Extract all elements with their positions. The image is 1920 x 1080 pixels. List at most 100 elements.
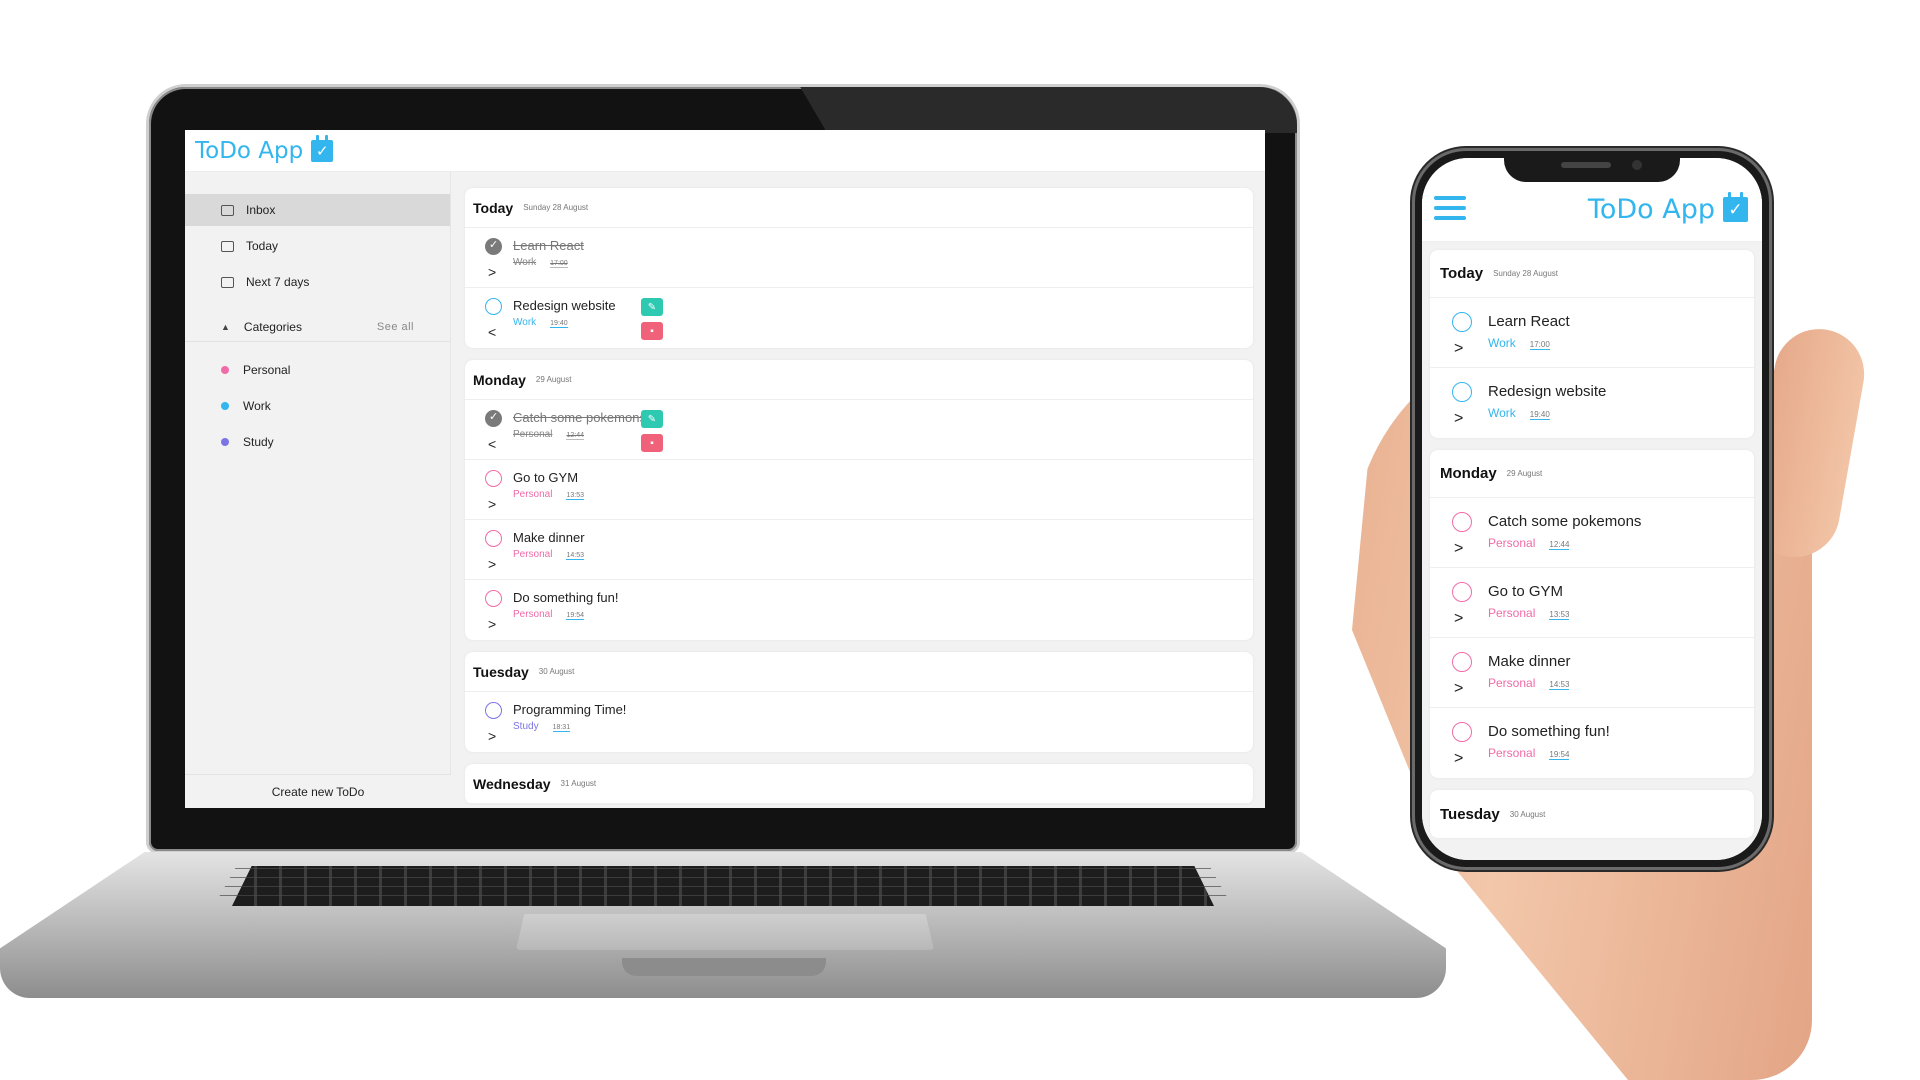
- checkbox-icon[interactable]: [485, 530, 502, 547]
- desktop-app: ToDo App ✓ Inbox Today Next 7 days ▲ Cat…: [185, 130, 1265, 808]
- task-category: Work: [1488, 406, 1516, 420]
- checkbox-icon[interactable]: [485, 702, 502, 719]
- pencil-icon: ✎: [647, 413, 657, 425]
- calendar-check-icon: ✓: [311, 134, 334, 162]
- hamburger-menu-icon[interactable]: [1434, 196, 1466, 220]
- task-item: Go to GYM Personal 13:53 >: [1430, 568, 1754, 638]
- chevron-right-icon[interactable]: >: [1454, 340, 1463, 358]
- day-name: Tuesday: [473, 663, 529, 680]
- categories-label: Categories: [243, 319, 302, 334]
- day-name: Today: [473, 199, 514, 216]
- category-study[interactable]: Study: [185, 424, 450, 460]
- create-todo-button[interactable]: Create new ToDo: [185, 774, 451, 808]
- trash-icon: ▪: [650, 325, 654, 337]
- task-time: 12:44: [1549, 540, 1570, 550]
- categories-header[interactable]: ▲ Categories See all: [185, 312, 450, 342]
- task-title: Learn React: [513, 238, 584, 253]
- checkbox-icon[interactable]: [485, 298, 502, 315]
- task-time: 12:44: [566, 432, 584, 440]
- task-title: Redesign website: [513, 298, 616, 313]
- task-title: Go to GYM: [1488, 583, 1564, 600]
- edit-button[interactable]: ✎: [641, 410, 663, 428]
- delete-button[interactable]: ▪: [641, 322, 663, 340]
- task-title: Make dinner: [1488, 653, 1571, 670]
- day-card-today: Today Sunday 28 August Learn React Work …: [465, 188, 1253, 348]
- task-time: 13:53: [566, 492, 584, 500]
- task-item: Catch some pokemons Personal 12:44 >: [1430, 498, 1754, 568]
- chevron-left-icon[interactable]: <: [488, 324, 496, 340]
- category-work[interactable]: Work: [185, 388, 450, 424]
- day-header: Tuesday 30 August: [1430, 790, 1754, 838]
- task-category: Work: [513, 317, 537, 328]
- checkbox-icon[interactable]: [1452, 512, 1472, 532]
- checkbox-icon[interactable]: [1452, 382, 1472, 402]
- chevron-right-icon[interactable]: >: [488, 616, 496, 632]
- category-label: Work: [243, 399, 271, 413]
- see-all-link[interactable]: See all: [377, 321, 414, 333]
- task-title: Catch some pokemons: [1488, 513, 1642, 530]
- sidebar-item-inbox[interactable]: Inbox: [185, 194, 450, 226]
- checkbox-checked-icon[interactable]: [485, 410, 502, 427]
- sidebar: Inbox Today Next 7 days ▲ Categories See…: [185, 172, 451, 808]
- app-brand[interactable]: ToDo App ✓: [195, 134, 334, 164]
- task-title: Do something fun!: [513, 590, 619, 605]
- sidebar-item-today[interactable]: Today: [185, 230, 450, 262]
- delete-button[interactable]: ▪: [641, 434, 663, 452]
- task-title: Catch some pokemons: [513, 410, 646, 425]
- sidebar-item-label: Today: [246, 239, 279, 253]
- day-header: Today Sunday 28 August: [1430, 250, 1754, 298]
- task-category: Personal: [513, 429, 553, 440]
- chevron-right-icon[interactable]: >: [1454, 410, 1463, 428]
- chevron-right-icon[interactable]: >: [488, 496, 496, 512]
- checkbox-icon[interactable]: [1452, 652, 1472, 672]
- trash-icon: ▪: [650, 437, 654, 449]
- task-time: 13:53: [1549, 610, 1570, 620]
- chevron-right-icon[interactable]: >: [1454, 750, 1463, 768]
- chevron-up-icon[interactable]: ▲: [221, 322, 230, 332]
- chevron-right-icon[interactable]: >: [488, 556, 496, 572]
- mobile-task-list: Today Sunday 28 August Learn React Work …: [1422, 242, 1762, 860]
- task-item: Do something fun! Personal 19:54 >: [465, 580, 1253, 640]
- task-item: Go to GYM Personal 13:53 >: [465, 460, 1253, 520]
- category-personal[interactable]: Personal: [185, 352, 450, 388]
- task-item: Make dinner Personal 14:53 >: [465, 520, 1253, 580]
- task-category: Work: [1488, 336, 1516, 350]
- pencil-icon: ✎: [647, 301, 657, 313]
- checkbox-icon[interactable]: [1452, 722, 1472, 742]
- day-date: Sunday 28 August: [1493, 269, 1559, 278]
- checkbox-icon[interactable]: [485, 470, 502, 487]
- checkbox-icon[interactable]: [1452, 312, 1472, 332]
- task-title: Make dinner: [513, 530, 585, 545]
- day-header: Tuesday 30 August: [465, 652, 1253, 692]
- task-category: Study: [513, 721, 539, 732]
- chevron-right-icon[interactable]: >: [488, 264, 496, 280]
- chevron-right-icon[interactable]: >: [488, 728, 496, 744]
- day-name: Monday: [1440, 465, 1497, 482]
- task-time: 19:54: [1549, 750, 1570, 760]
- sidebar-item-label: Next 7 days: [246, 275, 310, 289]
- checkbox-icon[interactable]: [1452, 582, 1472, 602]
- checkbox-checked-icon[interactable]: [485, 238, 502, 255]
- chevron-right-icon[interactable]: >: [1454, 610, 1463, 628]
- day-name: Tuesday: [1440, 805, 1500, 823]
- category-label: Personal: [243, 363, 291, 377]
- day-card-today: Today Sunday 28 August Learn React Work …: [1430, 250, 1754, 438]
- category-label: Study: [243, 435, 274, 449]
- category-dot: [221, 438, 229, 446]
- task-category: Personal: [1488, 676, 1536, 690]
- edit-button[interactable]: ✎: [641, 298, 663, 316]
- day-date: Sunday 28 August: [523, 203, 589, 212]
- chevron-right-icon[interactable]: >: [1454, 680, 1463, 698]
- task-category: Work: [513, 257, 537, 268]
- task-category: Personal: [513, 489, 553, 500]
- chevron-left-icon[interactable]: <: [488, 436, 496, 452]
- task-item: Redesign website Work 19:40 < ✎ ▪: [465, 288, 1253, 348]
- sidebar-item-next-7-days[interactable]: Next 7 days: [185, 266, 450, 298]
- task-time: 17:00: [1529, 340, 1550, 350]
- chevron-right-icon[interactable]: >: [1454, 540, 1463, 558]
- checkbox-icon[interactable]: [485, 590, 502, 607]
- task-category: Personal: [513, 549, 553, 560]
- task-time: 14:53: [566, 552, 584, 560]
- task-title: Programming Time!: [513, 702, 627, 717]
- app-brand[interactable]: ToDo App ✓: [1588, 192, 1748, 225]
